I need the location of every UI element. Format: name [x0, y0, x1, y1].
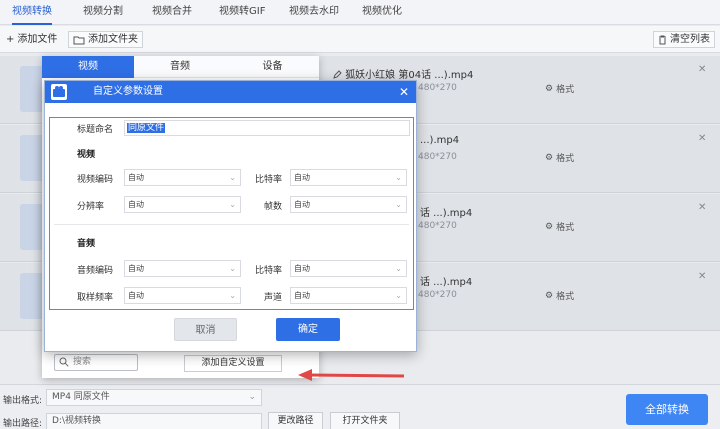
title-naming-label: 标题命名 [77, 125, 114, 135]
top-tab-bar: 视频转换 视频分割 视频合并 视频转GIF 视频去水印 视频优化 [0, 0, 720, 25]
clear-list-label: 清空列表 [670, 34, 710, 45]
tab-video-to-gif[interactable]: 视频转GIF [219, 0, 265, 25]
file-name: ...).mp4 [420, 135, 460, 146]
tab-video-convert[interactable]: 视频转换 [12, 0, 52, 25]
video-bitrate-label: 比特率 [255, 175, 283, 185]
format-search-input[interactable]: 搜索 [54, 354, 138, 371]
tab-remove-watermark[interactable]: 视频去水印 [289, 0, 339, 25]
title-naming-input[interactable]: 同原文件 [124, 120, 410, 136]
remove-file-icon[interactable]: ✕ [698, 271, 706, 282]
chevron-down-icon: ⌄ [229, 173, 236, 182]
chevron-down-icon: ⌄ [395, 173, 402, 182]
audio-bitrate-label: 比特率 [255, 266, 283, 276]
open-folder-button[interactable]: 打开文件夹 [330, 412, 400, 429]
resolution-label: 分辨率 [77, 202, 105, 212]
chevron-down-icon: ⌄ [229, 264, 236, 273]
output-path-field[interactable]: D:\视频转换 [46, 413, 262, 429]
app-logo-icon [51, 84, 67, 100]
file-meta: 480*270 [418, 221, 457, 231]
sample-rate-select[interactable]: 自动 ⌄ [124, 287, 241, 304]
tab-video-split[interactable]: 视频分割 [83, 0, 123, 25]
tab-video-merge[interactable]: 视频合并 [152, 0, 192, 25]
output-path-label: 输出路径: [3, 419, 43, 429]
channel-label: 声道 [264, 293, 283, 303]
plus-icon: + [6, 34, 15, 45]
bottom-bar: 输出格式: MP4 同原文件 ⌄ 输出路径: D:\视频转换 更改路径 打开文件… [0, 384, 720, 429]
edit-icon [333, 70, 342, 79]
video-codec-select[interactable]: 自动 ⌄ [124, 169, 241, 186]
resolution-select[interactable]: 自动 ⌄ [124, 196, 241, 213]
file-meta: 480*270 [418, 83, 457, 93]
close-icon[interactable]: ✕ [399, 81, 409, 103]
audio-codec-select[interactable]: 自动 ⌄ [124, 260, 241, 277]
gear-icon: ⚙ [545, 290, 554, 301]
audio-bitrate-select[interactable]: 自动 ⌄ [290, 260, 407, 277]
custom-params-dialog: 自定义参数设置 ✕ 标题命名 同原文件 视频 视频编码 自动 ⌄ 比特率 自动 ⌄ … [44, 80, 417, 352]
format-settings-button[interactable]: ⚙ 格式 [545, 289, 574, 303]
chevron-down-icon: ⌄ [229, 200, 236, 209]
gear-icon: ⚙ [545, 83, 554, 94]
add-custom-settings-button[interactable]: 添加自定义设置 [184, 355, 282, 372]
remove-file-icon[interactable]: ✕ [698, 64, 706, 75]
chevron-down-icon: ⌄ [229, 291, 236, 300]
convert-all-button[interactable]: 全部转换 [626, 394, 708, 425]
file-name: 话 ...).mp4 [420, 208, 473, 219]
cancel-button[interactable]: 取消 [174, 318, 237, 341]
ok-button[interactable]: 确定 [276, 318, 340, 341]
audio-codec-label: 音频编码 [77, 266, 114, 276]
tab-format-video[interactable]: 视频 [42, 56, 134, 78]
sample-rate-label: 取样频率 [77, 293, 114, 303]
output-format-label: 输出格式: [3, 396, 43, 406]
dialog-title: 自定义参数设置 [93, 86, 163, 97]
fps-label: 帧数 [264, 202, 283, 212]
clear-list-button[interactable]: 清空列表 [653, 31, 715, 48]
section-divider [54, 224, 409, 225]
format-panel-tabs: 视频 音频 设备 [42, 56, 319, 78]
toolbar: + 添加文件 添加文件夹 清空列表 [0, 26, 720, 53]
remove-file-icon[interactable]: ✕ [698, 202, 706, 213]
audio-section-heading: 音频 [77, 239, 96, 249]
file-name: 话 ...).mp4 [420, 277, 473, 288]
gear-icon: ⚙ [545, 221, 554, 232]
file-meta: 480*270 [418, 152, 457, 162]
tab-video-optimize[interactable]: 视频优化 [362, 0, 402, 25]
video-bitrate-select[interactable]: 自动 ⌄ [290, 169, 407, 186]
channel-select[interactable]: 自动 ⌄ [290, 287, 407, 304]
format-settings-button[interactable]: ⚙ 格式 [545, 151, 574, 165]
add-file-label: 添加文件 [17, 34, 58, 45]
change-path-button[interactable]: 更改路径 [268, 412, 323, 429]
chevron-down-icon: ⌄ [395, 291, 402, 300]
folder-icon [73, 36, 85, 44]
annotation-arrow-icon [298, 369, 405, 381]
output-format-select[interactable]: MP4 同原文件 ⌄ [46, 389, 262, 406]
add-file-button[interactable]: + 添加文件 [6, 31, 57, 48]
params-form: 标题命名 同原文件 视频 视频编码 自动 ⌄ 比特率 自动 ⌄ 分辨率 自动 ⌄ 帧数… [49, 117, 414, 310]
video-section-heading: 视频 [77, 150, 96, 160]
gear-icon: ⚙ [545, 152, 554, 163]
tab-format-device[interactable]: 设备 [226, 56, 319, 78]
remove-file-icon[interactable]: ✕ [698, 133, 706, 144]
chevron-down-icon: ⌄ [248, 392, 256, 402]
dialog-titlebar: 自定义参数设置 ✕ [45, 81, 416, 103]
tab-format-audio[interactable]: 音频 [134, 56, 226, 78]
search-icon [59, 357, 69, 367]
video-codec-label: 视频编码 [77, 175, 114, 185]
file-meta: 480*270 [418, 290, 457, 300]
trash-icon [659, 35, 666, 44]
format-settings-button[interactable]: ⚙ 格式 [545, 82, 574, 96]
format-settings-button[interactable]: ⚙ 格式 [545, 220, 574, 234]
chevron-down-icon: ⌄ [395, 200, 402, 209]
add-folder-label: 添加文件夹 [88, 34, 138, 45]
chevron-down-icon: ⌄ [395, 264, 402, 273]
fps-select[interactable]: 自动 ⌄ [290, 196, 407, 213]
file-name: 狐妖小红娘 第04话 ...).mp4 [333, 66, 473, 81]
add-folder-button[interactable]: 添加文件夹 [68, 31, 143, 48]
